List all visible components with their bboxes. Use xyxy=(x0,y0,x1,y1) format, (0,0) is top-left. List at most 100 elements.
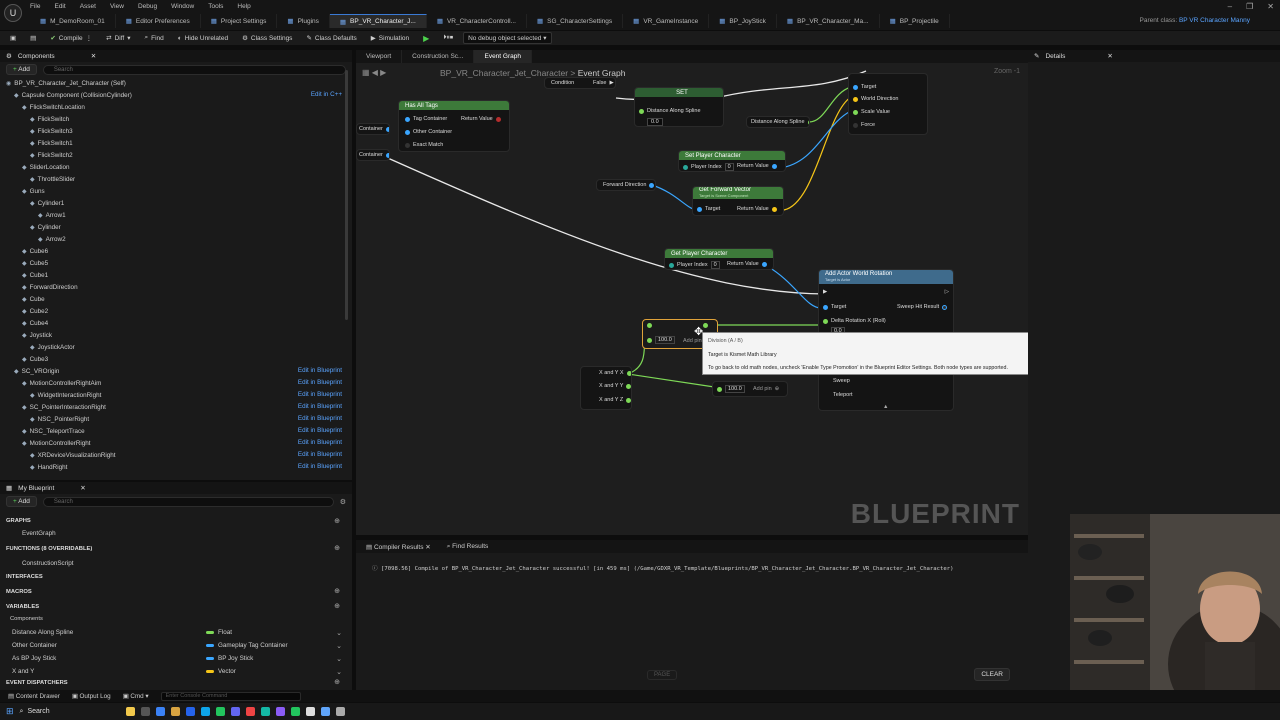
player-index-pin[interactable]: Player Index 0 xyxy=(669,261,720,269)
add-member-button[interactable]: + Add xyxy=(6,496,37,507)
play-button[interactable]: ▶ xyxy=(419,32,433,44)
graphs-section[interactable]: GRAPHS xyxy=(6,518,31,524)
app-icon[interactable] xyxy=(215,707,225,716)
app-icon[interactable] xyxy=(335,707,345,716)
component-tree-item[interactable]: ◆ Cube1 xyxy=(22,269,48,281)
chevron-down-icon[interactable]: ⌄ xyxy=(336,655,342,663)
class-defaults-button[interactable]: ✎ Class Defaults xyxy=(302,32,360,44)
division-node[interactable]: 100.0 Add pin ⊕ xyxy=(712,381,788,397)
close-panel-icon[interactable]: ✕ xyxy=(1107,52,1112,60)
component-tree-item[interactable]: ◆ NSC_PointerRight xyxy=(30,413,89,425)
component-tree-item[interactable]: ◆ Guns xyxy=(22,185,45,197)
compiler-results-tab[interactable]: ▤ Compiler Results ✕ xyxy=(366,543,431,551)
debug-object-select[interactable]: No debug object selected ▾ xyxy=(463,32,552,44)
file-tab[interactable]: ▦ BP_VR_Character_Ma... xyxy=(777,14,880,28)
component-tree-item[interactable]: ◆ Capsule Component (CollisionCylinder) xyxy=(14,89,132,101)
component-tree-item[interactable]: ◆ JoystickActor xyxy=(30,341,75,353)
widget-icon[interactable] xyxy=(125,707,135,716)
component-tree-item[interactable]: ◆ Cylinder1 xyxy=(30,197,64,209)
component-tree-item[interactable]: ◆ Cube6 xyxy=(22,245,48,257)
component-tree-item[interactable]: ◆ Cylinder xyxy=(30,221,61,233)
menu-item-edit[interactable]: Edit xyxy=(54,3,65,10)
browse-button[interactable]: ▤ xyxy=(26,32,40,44)
app-icon[interactable] xyxy=(200,707,210,716)
edit-in-blueprint-link[interactable]: Edit in Blueprint xyxy=(298,427,342,434)
chevron-down-icon[interactable]: ⌄ xyxy=(336,629,342,637)
variables-section[interactable]: VARIABLES xyxy=(6,604,39,610)
branch-node[interactable]: Condition False ▶ xyxy=(544,77,616,89)
close-panel-icon[interactable]: ✕ xyxy=(91,52,96,60)
find-results-tab[interactable]: ⌕ Find Results xyxy=(447,543,489,551)
add-graph-icon[interactable]: ⊕ xyxy=(334,517,340,525)
exec-in-pin[interactable]: ▶ xyxy=(823,289,827,295)
component-tree-item[interactable]: ◆ Cube2 xyxy=(22,305,48,317)
return-value-pin[interactable]: Return Value xyxy=(461,116,501,122)
container-getter-node[interactable]: Container xyxy=(356,149,390,161)
file-tab[interactable]: ▦ Plugins xyxy=(277,14,330,28)
condition-pin[interactable]: Condition xyxy=(551,80,574,86)
teleport-pin[interactable]: Teleport xyxy=(833,392,853,398)
add-movement-input-node[interactable]: Target World Direction Scale Value Force xyxy=(848,73,928,135)
player-index-value[interactable]: 0 xyxy=(724,163,734,171)
add-function-icon[interactable]: ⊕ xyxy=(334,544,340,552)
console-command-input[interactable]: Enter Console Command xyxy=(160,691,301,701)
x-and-y-y-pin[interactable]: X and Y Y xyxy=(599,383,631,389)
component-tree-item[interactable]: ◆ Arrow2 xyxy=(38,233,66,245)
component-tree-item[interactable]: ◆ Joystick xyxy=(22,329,52,341)
div-b-value[interactable]: 100.0 xyxy=(725,385,745,393)
close-panel-icon[interactable]: ✕ xyxy=(80,484,85,492)
collapse-arrow-icon[interactable]: ▲ xyxy=(883,404,888,410)
construction-script-item[interactable]: ConstructionScript xyxy=(22,560,73,567)
edit-in-blueprint-link[interactable]: Edit in Blueprint xyxy=(298,451,342,458)
taskbar-search[interactable]: ⌕ Search xyxy=(20,708,120,716)
component-tree-item[interactable]: ◆ ForwardDirection xyxy=(22,281,78,293)
add-pin-button[interactable]: Add pin ⊕ xyxy=(753,386,779,392)
distance-along-spline-pin[interactable]: Distance Along Spline xyxy=(639,108,701,114)
false-pin[interactable]: False ▶ xyxy=(593,80,614,86)
add-pin-button[interactable]: Add pin xyxy=(683,338,702,344)
component-tree-item[interactable]: ◆ SliderLocation xyxy=(22,161,70,173)
edit-in-blueprint-link[interactable]: Edit in Blueprint xyxy=(298,463,342,470)
simulation-button[interactable]: ▶ Simulation xyxy=(367,32,413,44)
add-dispatcher-icon[interactable]: ⊕ xyxy=(334,678,340,686)
x-and-y-z-pin[interactable]: X and Y Z xyxy=(599,397,631,403)
close-icon[interactable]: ✕ xyxy=(1267,2,1274,11)
container-pin[interactable]: Container xyxy=(359,126,389,132)
add-macro-icon[interactable]: ⊕ xyxy=(334,587,340,595)
player-index-value[interactable]: 0 xyxy=(710,261,720,269)
content-drawer-button[interactable]: ▤ Content Drawer xyxy=(8,693,60,700)
component-tree-item[interactable]: ◆ NSC_TeleportTrace xyxy=(22,425,85,437)
force-pin[interactable]: Force xyxy=(853,122,875,128)
target-pin[interactable]: Target xyxy=(823,304,846,310)
variable-item[interactable]: Other Container xyxy=(12,642,57,649)
event-graph-canvas[interactable]: ▦ ◀ ▶ BP_VR_Character_Jet_Character > Ev… xyxy=(356,63,1028,535)
app-icon[interactable] xyxy=(275,707,285,716)
div-result-pin[interactable] xyxy=(703,323,708,328)
variable-type[interactable]: Gameplay Tag Container xyxy=(206,642,288,649)
task-view-icon[interactable] xyxy=(140,707,150,716)
compile-button[interactable]: ✔ Compile ⋮ xyxy=(46,32,96,44)
component-tree-item[interactable]: ◆ FlickSwitch3 xyxy=(30,125,73,137)
component-tree-item[interactable]: ◆ Cube5 xyxy=(22,257,48,269)
compile-message-text[interactable]: [7098.56] Compile of BP_VR_Character_Jet… xyxy=(381,566,954,572)
component-tree-item[interactable]: ◆ Cube4 xyxy=(22,317,48,329)
menu-item-view[interactable]: View xyxy=(110,3,124,10)
class-settings-button[interactable]: ⚙ Class Settings xyxy=(238,32,296,44)
variable-item[interactable]: Distance Along Spline xyxy=(12,629,73,636)
target-pin[interactable]: Target xyxy=(697,206,720,212)
cmd-button[interactable]: ▣ Cmd ▾ xyxy=(123,693,149,700)
return-value-pin[interactable]: Return Value xyxy=(737,206,777,212)
diff-button[interactable]: ⇄ Diff ▾ xyxy=(102,32,134,44)
graph-tab[interactable]: Construction Sc... xyxy=(402,50,475,63)
menu-item-window[interactable]: Window xyxy=(171,3,194,10)
app-icon[interactable] xyxy=(230,707,240,716)
component-tree-item[interactable]: ◆ Cube xyxy=(22,293,45,305)
file-tab[interactable]: ▦ BP_JoyStick xyxy=(709,14,777,28)
edit-in-blueprint-link[interactable]: Edit in Blueprint xyxy=(298,367,342,374)
distance-value-field[interactable]: 0.0 xyxy=(647,118,663,126)
component-tree-item[interactable]: ◆ ThrottleSlider xyxy=(30,173,75,185)
clear-button[interactable]: CLEAR xyxy=(974,668,1010,681)
component-tree-item[interactable]: ◆ Cube3 xyxy=(22,353,48,365)
edit-in-blueprint-link[interactable]: Edit in Blueprint xyxy=(298,439,342,446)
component-tree-item[interactable]: ◆ XRDeviceVisualizationRight xyxy=(30,449,116,461)
